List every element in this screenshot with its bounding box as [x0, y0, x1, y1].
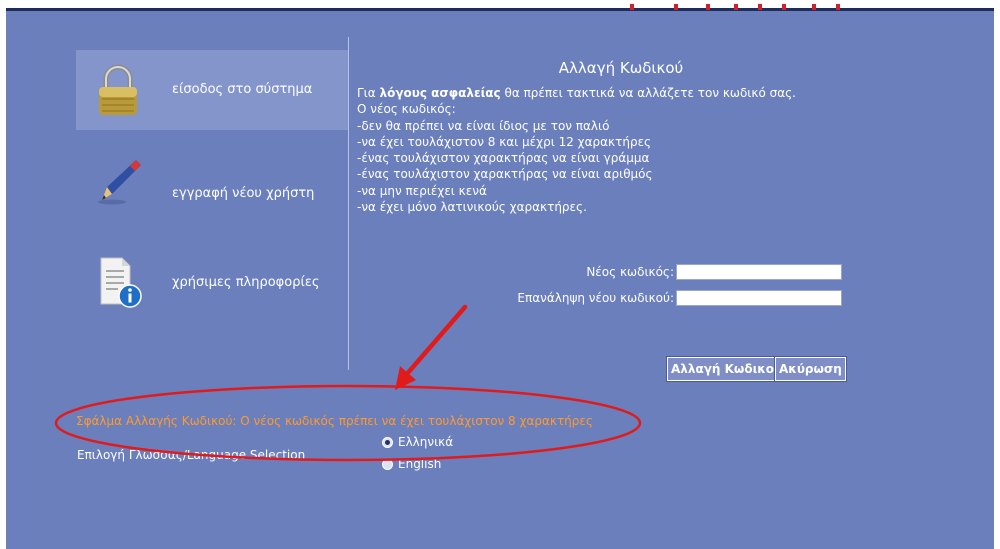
vertical-divider — [348, 37, 349, 370]
rule-line: -ένας τουλάχιστον χαρακτήρας να είναι αρ… — [357, 167, 653, 182]
language-option-greek[interactable]: Ελληνικά — [382, 435, 453, 449]
page-title: Αλλαγή Κωδικού — [558, 59, 684, 77]
padlock-icon — [99, 64, 137, 115]
new-password-input[interactable] — [676, 264, 842, 280]
top-red-marks — [622, 4, 852, 10]
document-info-icon — [100, 257, 142, 308]
main-panel: είσοδος στο σύστημα εγγραφή νέου χρήστη … — [6, 11, 994, 549]
language-option-label: Ελληνικά — [398, 435, 454, 449]
cancel-button[interactable]: Ακύρωση — [774, 356, 847, 382]
language-selection-label: Επιλογή Γλώσσας/Language Selection — [77, 448, 306, 462]
pencil-icon — [98, 160, 141, 205]
nav-item-register[interactable]: εγγραφή νέου χρήστη — [76, 148, 348, 228]
nav-label-login: είσοδος στο σύστημα — [172, 82, 313, 97]
repeat-password-input[interactable] — [676, 290, 842, 306]
rule-line: -να έχει μόνο λατινικούς χαρακτήρες. — [357, 200, 587, 215]
intro-bold: λόγους ασφαλείας — [379, 86, 501, 100]
radio-english[interactable] — [382, 458, 393, 470]
new-password-label: Νέος κωδικός: — [586, 265, 674, 279]
rule-line: -να έχει τουλάχιστον 8 και μέχρι 12 χαρα… — [357, 134, 652, 149]
intro-suffix: θα πρέπει τακτικά να αλλάζετε τον κωδικό… — [504, 86, 796, 100]
change-password-button[interactable]: Αλλαγή Κωδικού — [665, 356, 788, 382]
radio-greek[interactable] — [382, 436, 393, 448]
nav-item-info[interactable]: χρήσιμες πληροφορίες — [76, 242, 348, 322]
nav-label-info: χρήσιμες πληροφορίες — [172, 275, 320, 290]
intro-line: Για λόγους ασφαλείας θα πρέπει τακτικά ν… — [357, 85, 917, 101]
intro-prefix: Για — [357, 86, 376, 100]
repeat-password-label: Επανάληψη νέου κωδικού: — [517, 291, 674, 305]
rule-line: -να μην περιέχει κενά — [357, 183, 487, 198]
language-option-english[interactable]: English — [382, 457, 441, 471]
rule-line: -δεν θα πρέπει να είναι ίδιος με τον παλ… — [357, 118, 610, 133]
nav-label-register: εγγραφή νέου χρήστη — [172, 186, 315, 201]
nav-item-login[interactable]: είσοδος στο σύστημα — [76, 50, 348, 130]
new-password-row: Νέος κωδικός: — [586, 262, 842, 282]
password-rules: Για λόγους ασφαλείας θα πρέπει τακτικά ν… — [357, 85, 917, 215]
error-message: Σφάλμα Αλλαγής Κωδικού: Ο νέος κωδικός π… — [76, 414, 593, 428]
repeat-password-row: Επανάληψη νέου κωδικού: — [517, 288, 842, 308]
language-option-label: English — [398, 457, 442, 471]
rule-line: -ένας τουλάχιστον χαρακτήρας να είναι γρ… — [357, 151, 650, 166]
rule-line: Ο νέος κωδικός: — [357, 102, 456, 117]
